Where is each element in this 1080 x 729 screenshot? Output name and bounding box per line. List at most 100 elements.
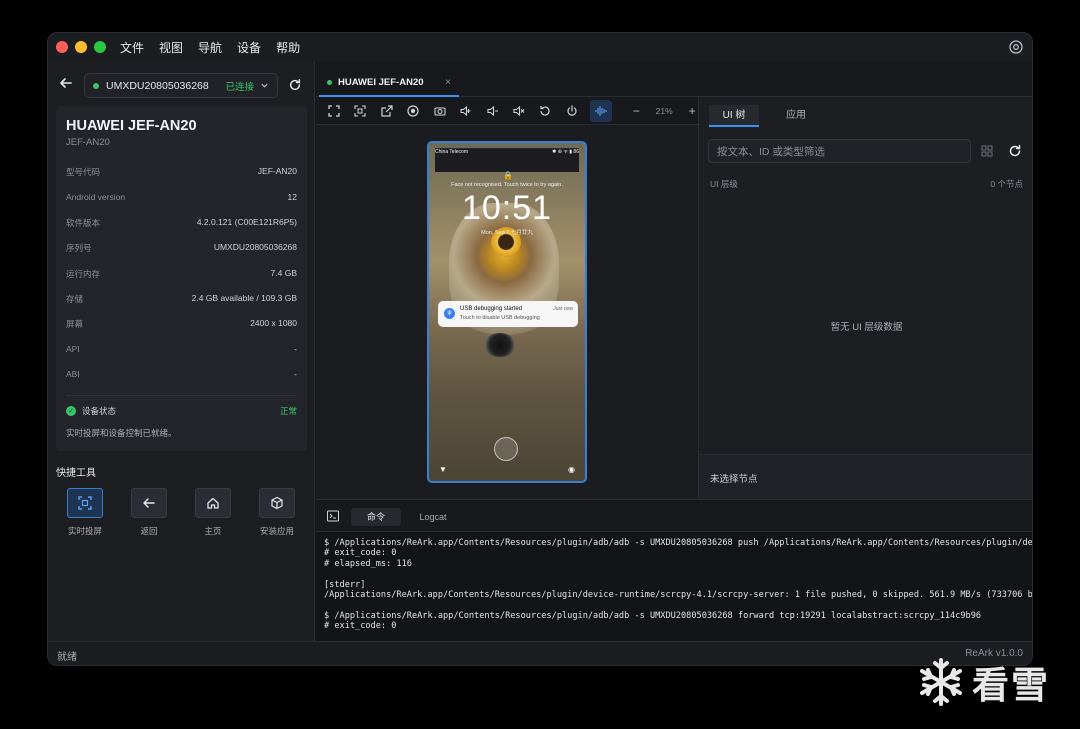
- audio-wave-icon: [595, 105, 607, 116]
- camera-shortcut-icon[interactable]: ◉: [568, 465, 575, 474]
- notification-body: Touch to disable USB debugging: [460, 315, 540, 321]
- close-window-button[interactable]: [56, 41, 68, 53]
- carrier-text: China Telecom: [435, 149, 468, 155]
- ui-hierarchy-label: UI 层级: [710, 179, 738, 189]
- fullscreen-button[interactable]: [326, 103, 342, 119]
- lock-icon: 🔒: [503, 171, 513, 180]
- snowflake-icon: [920, 658, 962, 706]
- console-tabs: 命令 Logcat: [316, 499, 1032, 531]
- menu-help[interactable]: 帮助: [276, 39, 300, 56]
- info-row-api: API -: [66, 344, 297, 356]
- grid-icon[interactable]: [980, 144, 994, 158]
- install-app-button[interactable]: [259, 488, 295, 518]
- quick-tool-label: 主页: [204, 526, 222, 536]
- volume-up-button[interactable]: [458, 103, 474, 119]
- info-key: Android version: [66, 192, 126, 202]
- quick-tool-install[interactable]: 安装应用: [247, 488, 307, 537]
- connection-status: 已连接: [225, 81, 254, 93]
- titlebar: 文件 视图 导航 设备 帮助: [48, 33, 1032, 61]
- fit-screen-icon: [354, 104, 366, 117]
- connected-dot-icon: [327, 79, 332, 85]
- arrow-left-icon: [143, 498, 155, 508]
- phone-screen[interactable]: China Telecom ✱ ⊛ ᯤ ▮ 86 🔒 Face not reco…: [427, 141, 587, 483]
- mute-button[interactable]: [511, 103, 527, 119]
- device-select[interactable]: UMXDU20805036268 已连接: [84, 73, 278, 98]
- tab-ui-tree[interactable]: UI 树: [709, 105, 759, 127]
- tab-device[interactable]: HUAWEI JEF-AN20 ×: [319, 69, 459, 97]
- volume-up-icon: [460, 105, 471, 116]
- quick-tool-label: 安装应用: [259, 526, 294, 536]
- status-text: 就绪: [57, 652, 77, 663]
- info-value: 2400 x 1080: [250, 318, 297, 328]
- zoom-in-button[interactable]: +: [686, 104, 698, 118]
- back-arrow-icon[interactable]: [58, 75, 74, 91]
- zoom-out-button[interactable]: −: [630, 104, 642, 118]
- record-button[interactable]: [405, 103, 421, 119]
- info-value: 4.2.0.121 (C00E121R6P5): [196, 217, 297, 227]
- quick-tools-title: 快捷工具: [56, 468, 96, 479]
- rotate-button[interactable]: [538, 103, 554, 119]
- info-row-screen: 屏幕 2400 x 1080: [66, 318, 297, 330]
- home-button[interactable]: [195, 488, 231, 518]
- menu-navigate[interactable]: 导航: [198, 39, 222, 56]
- menu-device[interactable]: 设备: [237, 39, 261, 56]
- filter-input[interactable]: 按文本、ID 或类型筛选: [708, 139, 971, 163]
- close-tab-icon[interactable]: ×: [445, 77, 451, 88]
- inspector-panel: UI 树 应用 按文本、ID 或类型筛选 UI 层级 0 个节点 暂无 UI 层…: [698, 97, 1032, 499]
- info-key: 序列号: [66, 243, 92, 253]
- refresh-icon[interactable]: [1008, 144, 1022, 158]
- usb-debug-notification[interactable]: ψ USB debugging started Just now Touch t…: [438, 301, 578, 327]
- fingerprint-icon[interactable]: [494, 437, 518, 461]
- console-line: # exit_code: 0: [324, 621, 397, 632]
- chevron-down-icon: [261, 83, 268, 88]
- tab-apps[interactable]: 应用: [771, 105, 821, 127]
- quick-tool-home[interactable]: 主页: [183, 488, 243, 537]
- refresh-icon[interactable]: [288, 78, 302, 92]
- screen-capture-icon: [78, 496, 92, 510]
- console-line: # exit_code: 0: [324, 548, 397, 559]
- menu-bar: 文件 视图 导航 设备 帮助: [120, 33, 300, 61]
- check-circle-icon: ✓: [66, 406, 76, 416]
- power-button[interactable]: [564, 103, 580, 119]
- package-icon: [271, 496, 283, 510]
- gear-icon[interactable]: [1008, 39, 1024, 55]
- record-icon: [407, 104, 419, 117]
- screenshot-button[interactable]: [432, 103, 448, 119]
- info-row-abi: ABI -: [66, 369, 297, 381]
- zoom-window-button[interactable]: [94, 41, 106, 53]
- back-button[interactable]: [131, 488, 167, 518]
- fit-screen-button[interactable]: [352, 103, 368, 119]
- console-line: # elapsed_ms: 116: [324, 558, 412, 569]
- selection-bar: 未选择节点: [699, 454, 1032, 499]
- info-key: ABI: [66, 369, 80, 379]
- console-line: /Applications/ReArk.app/Contents/Resourc…: [324, 589, 1033, 600]
- empty-hierarchy-message: 暂无 UI 层级数据: [830, 322, 903, 333]
- console-output[interactable]: $ /Applications/ReArk.app/Contents/Resou…: [316, 531, 1033, 643]
- quick-tool-mirror[interactable]: 实时投屏: [55, 488, 115, 537]
- info-value: 12: [287, 192, 297, 202]
- sidebar: UMXDU20805036268 已连接 HUAWEI JEF-AN20 JEF…: [48, 61, 315, 643]
- terminal-icon: [327, 510, 339, 522]
- menu-view[interactable]: 视图: [159, 39, 183, 56]
- volume-down-button[interactable]: [485, 103, 501, 119]
- audio-button[interactable]: [590, 99, 613, 122]
- notification-title: USB debugging started: [460, 306, 523, 312]
- watermark: 看雪: [916, 654, 1050, 710]
- notification-time: Just now: [553, 306, 573, 312]
- info-value: UMXDU20805036268: [213, 242, 297, 252]
- tab-logcat[interactable]: Logcat: [408, 508, 458, 526]
- open-external-button[interactable]: [379, 103, 395, 119]
- tab-commands[interactable]: 命令: [351, 508, 401, 526]
- mirror-button[interactable]: [67, 488, 103, 518]
- device-status-label: 设备状态: [82, 406, 117, 416]
- minimize-window-button[interactable]: [75, 41, 87, 53]
- info-key: 存储: [66, 294, 84, 304]
- menu-file[interactable]: 文件: [120, 39, 144, 56]
- quick-tool-back[interactable]: 返回: [119, 488, 179, 537]
- device-status-desc: 实时投屏和设备控制已就绪。: [66, 428, 177, 438]
- info-value: 7.4 GB: [270, 268, 297, 278]
- rotate-icon: [540, 105, 551, 116]
- connected-dot-icon: [93, 82, 99, 89]
- flashlight-icon[interactable]: ▼: [439, 465, 447, 474]
- quick-tool-label: 返回: [140, 526, 158, 536]
